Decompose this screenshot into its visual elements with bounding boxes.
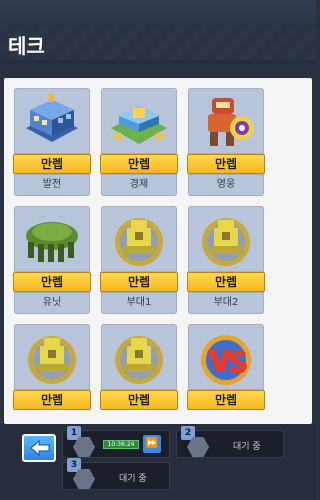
empty-slot-icon: [73, 469, 95, 489]
squad-coin-icon: [202, 218, 250, 266]
tile-image: [101, 324, 177, 390]
economy-building-icon: [111, 106, 167, 144]
unit-tank-icon: [26, 222, 78, 262]
tech-tile-squad2[interactable]: 만렙 부대2: [187, 206, 265, 314]
tech-panel: 만렙 발전 만렙 경제 만렙 영웅 만렙 유닛 만렙 부대1 만렙 부대2 만렙…: [4, 78, 312, 424]
max-level-button[interactable]: 만렙: [187, 154, 265, 174]
tile-image: [101, 206, 177, 272]
squad-coin-icon: [115, 218, 163, 266]
tile-image: [14, 206, 90, 272]
tech-tile-vs[interactable]: 만렙: [187, 324, 265, 410]
header: 테크: [0, 0, 316, 64]
slot-status: 대기 중: [233, 442, 261, 452]
fast-forward-button[interactable]: ⏩: [143, 435, 161, 453]
tech-tile-hero[interactable]: 만렙 영웅: [187, 88, 265, 196]
tile-image: [188, 324, 264, 390]
tech-tile-squad3[interactable]: 만렙: [13, 324, 91, 410]
max-level-button[interactable]: 만렙: [187, 272, 265, 292]
header-bar: [0, 24, 316, 60]
tile-label: 발전: [14, 174, 90, 196]
progress-timer: 10:36:24: [103, 440, 139, 449]
max-level-button[interactable]: 만렙: [100, 272, 178, 292]
research-icon: [73, 437, 95, 457]
tech-tile-power[interactable]: 만렙 발전: [13, 88, 91, 196]
max-level-button[interactable]: 만렙: [187, 390, 265, 410]
tech-tile-squad1[interactable]: 만렙 부대1: [100, 206, 178, 314]
empty-slot-icon: [187, 437, 209, 457]
tile-label: 부대1: [101, 292, 177, 314]
tile-label: 부대2: [188, 292, 264, 314]
back-arrow-icon: [30, 439, 50, 457]
tile-image: [14, 88, 90, 154]
hero-robot-icon: [208, 98, 254, 146]
tile-image: [14, 324, 90, 390]
fast-forward-icon: ⏩: [145, 438, 159, 449]
tile-image: [101, 88, 177, 154]
tile-image: [188, 206, 264, 272]
squad-coin-icon: [28, 336, 76, 384]
max-level-button[interactable]: 만렙: [100, 390, 178, 410]
tech-tile-economy[interactable]: 만렙 경제: [100, 88, 178, 196]
max-level-button[interactable]: 만렙: [100, 154, 178, 174]
slot-status: 대기 중: [119, 474, 147, 484]
queue-slot-1[interactable]: 1 10:36:24 ⏩: [62, 426, 170, 458]
max-level-button[interactable]: 만렙: [13, 154, 91, 174]
tech-tile-squad4[interactable]: 만렙: [100, 324, 178, 410]
tile-label: 유닛: [14, 292, 90, 314]
back-button[interactable]: [22, 434, 56, 462]
page-title: 테크: [8, 34, 45, 58]
squad-coin-icon: [115, 336, 163, 384]
queue-slot-3[interactable]: 3 대기 중: [62, 458, 170, 490]
power-building-icon: [26, 94, 78, 142]
vs-icon: [201, 335, 251, 385]
max-level-button[interactable]: 만렙: [13, 272, 91, 292]
queue-slot-2[interactable]: 2 대기 중: [176, 426, 284, 458]
tile-image: [188, 88, 264, 154]
tech-tile-unit[interactable]: 만렙 유닛: [13, 206, 91, 314]
tile-label: 경제: [101, 174, 177, 196]
tile-label: 영웅: [188, 174, 264, 196]
max-level-button[interactable]: 만렙: [13, 390, 91, 410]
